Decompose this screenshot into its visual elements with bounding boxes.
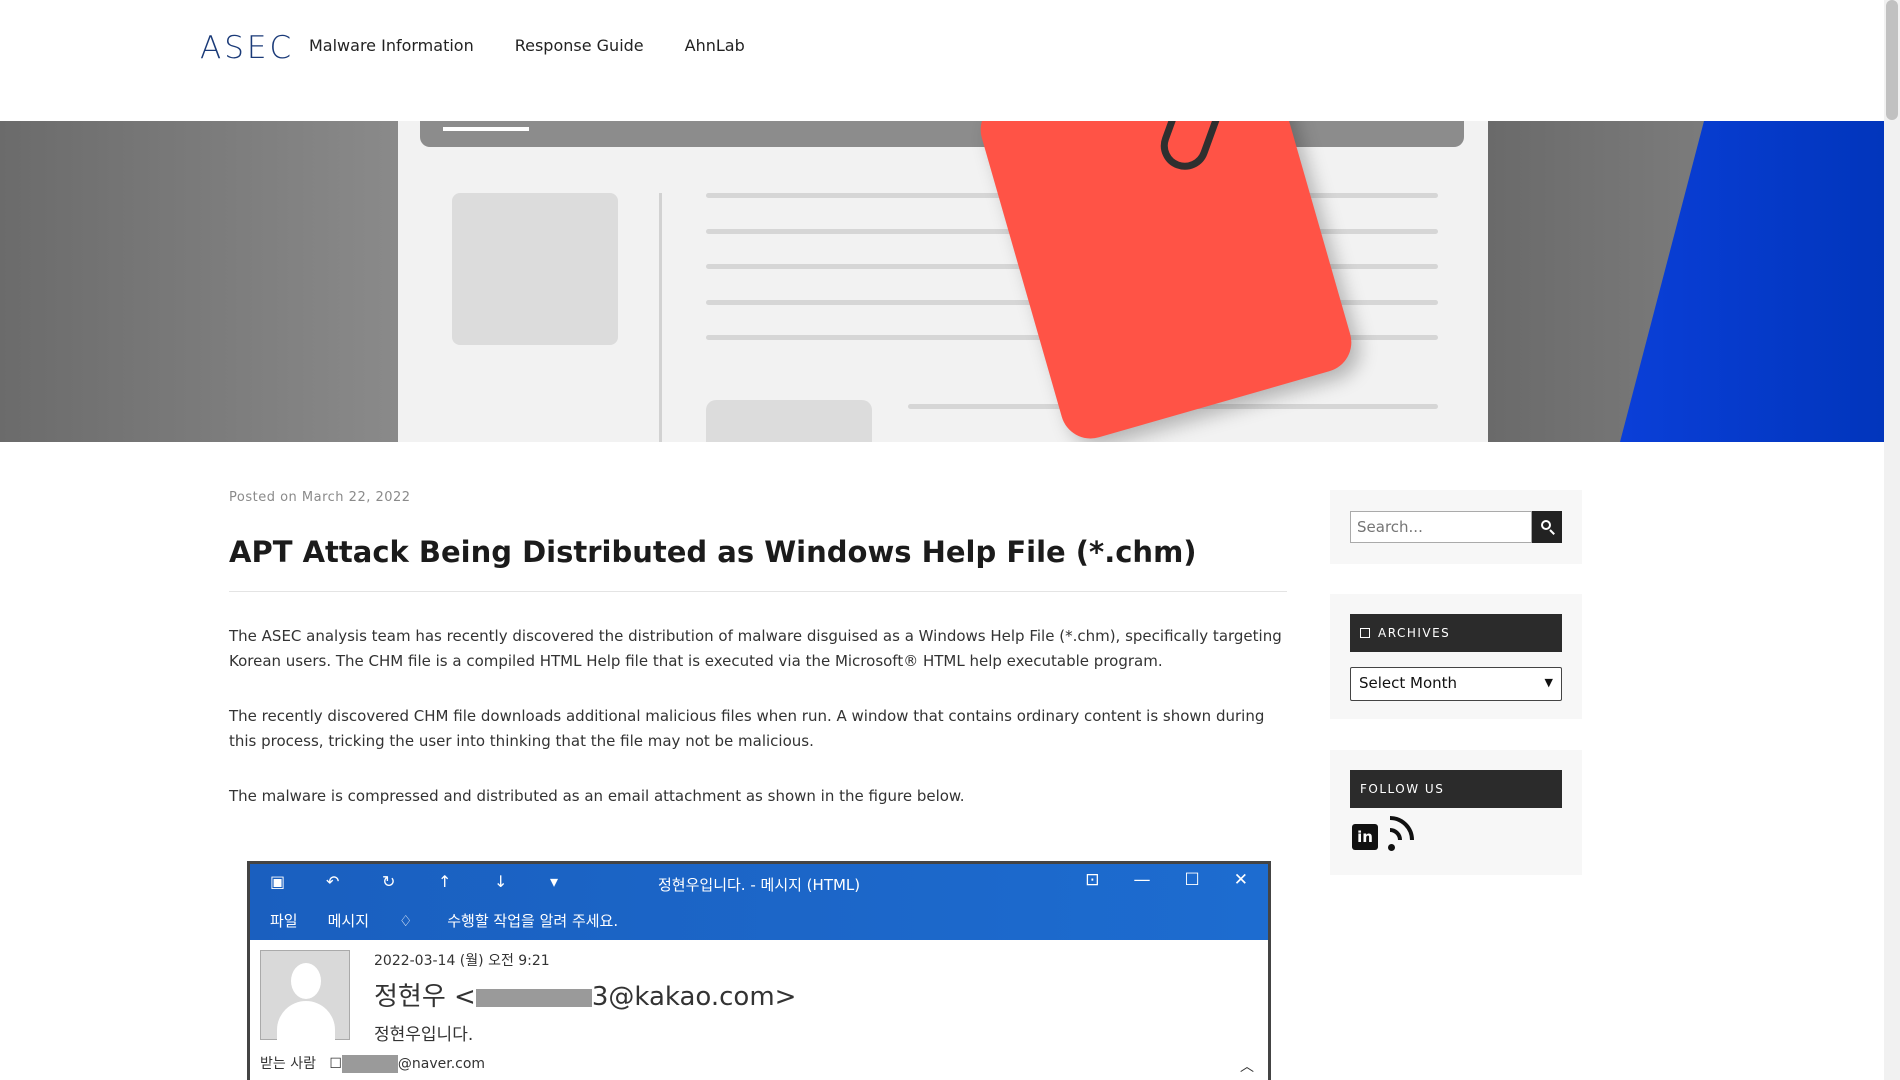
minimize-icon: — — [1133, 870, 1151, 890]
ribbon-display-icon: ⊡ — [1085, 870, 1100, 890]
post-date-link[interactable]: March 22, 2022 — [302, 490, 411, 505]
nav-item-malware-information[interactable]: Malware Information — [309, 36, 474, 55]
follow-widget: FOLLOW US in — [1330, 750, 1582, 875]
hero-banner — [0, 121, 1884, 442]
archives-heading-label: ARCHIVES — [1378, 626, 1451, 640]
archive-month-select[interactable]: Select Month ▼ — [1350, 667, 1562, 701]
maximize-icon: ☐ — [1184, 870, 1200, 890]
rss-dot — [1388, 844, 1395, 851]
title-divider — [229, 591, 1287, 592]
collapse-caret-icon: ︿ — [1240, 1059, 1254, 1075]
posted-prefix: Posted on — [229, 490, 298, 505]
hero-document-illustration — [398, 121, 1488, 442]
chevron-down-icon: ▼ — [1544, 676, 1553, 689]
email-datetime: 2022-03-14 (월) 오전 9:21 — [374, 953, 550, 969]
close-icon: ✕ — [1233, 870, 1248, 890]
hero-button-placeholder — [706, 400, 872, 442]
avatar-body — [277, 1001, 335, 1041]
nav-item-ahnlab[interactable]: AhnLab — [685, 36, 745, 55]
search-input[interactable] — [1350, 511, 1532, 543]
redo-icon: ↻ — [382, 872, 396, 891]
post-meta: Posted on March 22, 2022 — [229, 490, 1289, 505]
nav-item-response-guide[interactable]: Response Guide — [515, 36, 644, 55]
social-links: in — [1352, 816, 1416, 852]
archives-heading: ARCHIVES — [1350, 614, 1562, 652]
scrollbar-thumb[interactable] — [1886, 0, 1898, 120]
up-arrow-icon: ↑ — [438, 872, 452, 891]
envelope-icon — [443, 121, 529, 131]
article-paragraph: The ASEC analysis team has recently disc… — [229, 627, 1282, 670]
search-button[interactable] — [1532, 511, 1562, 543]
email-subject: 정현우입니다. — [374, 1025, 474, 1045]
attachment-tag-illustration — [973, 121, 1359, 442]
sender-domain: 3@kakao.com> — [591, 982, 797, 1012]
search-icon — [1541, 520, 1551, 530]
article-paragraph: The malware is compressed and distribute… — [229, 787, 965, 805]
email-sender: 정현우 < 3@kakao.com> — [374, 976, 796, 1013]
customize-icon: ▾ — [550, 872, 559, 891]
tell-me-text: 수행할 작업을 알려 주세요. — [447, 912, 619, 930]
asec-logo[interactable]: ASEC — [200, 30, 294, 66]
menu-file: 파일 — [270, 912, 298, 930]
archive-month-selected: Select Month — [1359, 674, 1458, 692]
avatar — [260, 950, 350, 1041]
linkedin-icon[interactable]: in — [1352, 824, 1378, 850]
article: Posted on March 22, 2022 APT Attack Bein… — [229, 490, 1289, 809]
lightbulb-icon: ♢ — [399, 912, 418, 930]
redaction-box — [475, 988, 592, 1007]
hero-divider — [659, 193, 662, 442]
archives-widget: ARCHIVES Select Month ▼ — [1330, 594, 1582, 719]
calendar-icon — [1360, 628, 1370, 638]
down-arrow-icon: ↓ — [494, 872, 508, 891]
email-quick-toolbar: ▣ ↶ ↻ ↑ ↓ ▾ — [270, 872, 606, 891]
recipient-label: 받는 사람 — [260, 1056, 316, 1072]
rss-icon[interactable] — [1388, 816, 1416, 852]
tell-me-box: ♢ 수행할 작업을 알려 주세요. — [399, 910, 648, 931]
page-scrollbar[interactable] — [1884, 0, 1900, 1080]
main-nav: Malware Information Response Guide AhnLa… — [309, 36, 786, 55]
site-header: ASEC Malware Information Response Guide … — [0, 0, 1884, 121]
redaction-box — [341, 1055, 398, 1073]
article-paragraph: The recently discovered CHM file downloa… — [229, 707, 1265, 750]
email-screenshot-figure: ▣ ↶ ↻ ↑ ↓ ▾ 정현우입니다. - 메시지 (HTML) ⊡ — ☐ ✕… — [247, 861, 1271, 1080]
search-icon-handle — [1549, 529, 1555, 535]
undo-icon: ↶ — [326, 872, 340, 891]
hero-left-shade — [0, 121, 398, 442]
follow-heading: FOLLOW US — [1350, 770, 1562, 808]
hero-card-bar — [420, 121, 1464, 147]
email-header-body: 2022-03-14 (월) 오전 9:21 정현우 < 3@kakao.com>… — [250, 940, 1268, 1080]
avatar-head — [291, 963, 321, 999]
email-window-title: 정현우입니다. - 메시지 (HTML) — [658, 876, 861, 894]
save-icon: ▣ — [270, 872, 286, 891]
search-widget — [1330, 490, 1582, 564]
recipient-domain: @naver.com — [397, 1056, 486, 1072]
email-menu: 파일 메시지 ♢ 수행할 작업을 알려 주세요. — [270, 910, 678, 931]
page: ASEC Malware Information Response Guide … — [0, 0, 1900, 1080]
menu-message: 메시지 — [327, 912, 370, 930]
window-controls: ⊡ — ☐ ✕ — [1051, 870, 1248, 890]
article-title: APT Attack Being Distributed as Windows … — [229, 535, 1197, 569]
hero-thumbnail-placeholder — [452, 193, 618, 345]
email-recipient: 받는 사람 ☐ @naver.com — [260, 1055, 486, 1073]
email-ribbon: ▣ ↶ ↻ ↑ ↓ ▾ 정현우입니다. - 메시지 (HTML) ⊡ — ☐ ✕… — [250, 864, 1268, 940]
sender-name: 정현우 < — [374, 982, 476, 1012]
